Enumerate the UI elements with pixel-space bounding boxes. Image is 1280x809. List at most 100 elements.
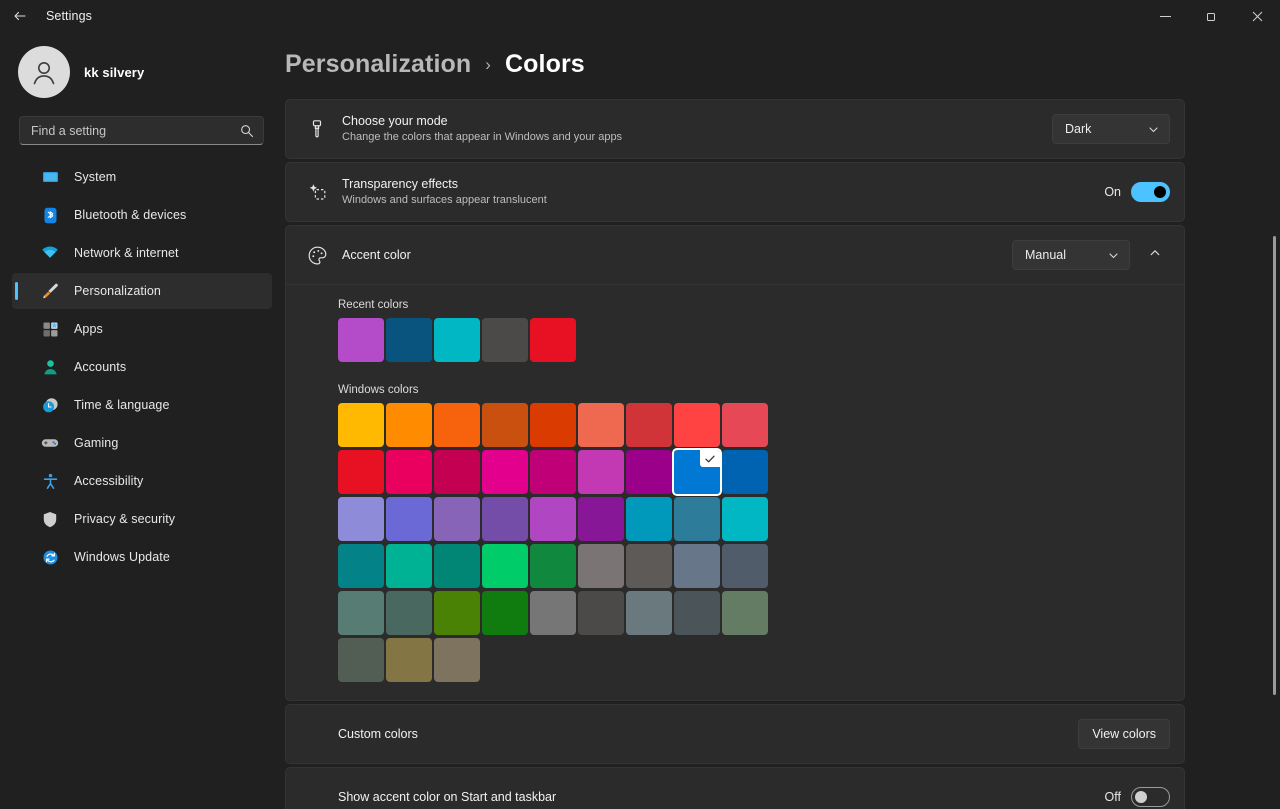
clock-icon bbox=[40, 395, 60, 415]
recent-color-swatch[interactable] bbox=[338, 318, 384, 362]
windows-color-row bbox=[338, 638, 1168, 682]
windows-color-swatch[interactable] bbox=[386, 497, 432, 541]
windows-color-swatch[interactable] bbox=[578, 497, 624, 541]
windows-color-swatch[interactable] bbox=[386, 403, 432, 447]
search-box[interactable] bbox=[19, 116, 264, 145]
windows-color-swatch[interactable] bbox=[674, 544, 720, 588]
windows-color-swatch[interactable] bbox=[386, 544, 432, 588]
chevron-up-icon bbox=[1149, 246, 1161, 264]
accent-expander-button[interactable] bbox=[1140, 240, 1170, 270]
windows-color-swatch[interactable] bbox=[338, 544, 384, 588]
recent-color-swatch[interactable] bbox=[386, 318, 432, 362]
windows-color-swatch[interactable] bbox=[338, 403, 384, 447]
sidebar-item-time-language[interactable]: Time & language bbox=[12, 387, 272, 423]
windows-color-swatch[interactable] bbox=[674, 591, 720, 635]
back-button[interactable] bbox=[0, 0, 40, 32]
windows-color-swatch[interactable] bbox=[338, 450, 384, 494]
windows-color-swatch[interactable] bbox=[338, 591, 384, 635]
windows-color-swatch[interactable] bbox=[434, 450, 480, 494]
windows-color-swatch-selected[interactable] bbox=[674, 450, 720, 494]
close-button[interactable] bbox=[1234, 0, 1280, 32]
windows-color-swatch[interactable] bbox=[530, 497, 576, 541]
sidebar-item-personalization[interactable]: Personalization bbox=[12, 273, 272, 309]
content-area: Personalization › Colors bbox=[285, 32, 1280, 809]
windows-color-swatch[interactable] bbox=[386, 450, 432, 494]
windows-color-swatch[interactable] bbox=[722, 591, 768, 635]
page-title: Colors bbox=[505, 50, 585, 79]
windows-color-swatch[interactable] bbox=[482, 497, 528, 541]
breadcrumb-parent[interactable]: Personalization bbox=[285, 50, 471, 79]
sidebar-item-windows-update[interactable]: Windows Update bbox=[12, 539, 272, 575]
recent-color-swatch[interactable] bbox=[482, 318, 528, 362]
sidebar-item-gaming[interactable]: Gaming bbox=[12, 425, 272, 461]
windows-color-swatch[interactable] bbox=[722, 450, 768, 494]
windows-color-swatch[interactable] bbox=[722, 403, 768, 447]
sidebar-item-network-internet[interactable]: Network & internet bbox=[12, 235, 272, 271]
transparency-toggle[interactable] bbox=[1131, 182, 1170, 202]
mode-dropdown[interactable]: Dark bbox=[1052, 114, 1170, 144]
sidebar-item-label: Personalization bbox=[74, 284, 161, 298]
windows-color-swatch[interactable] bbox=[626, 450, 672, 494]
windows-color-swatch[interactable] bbox=[578, 450, 624, 494]
toggle-knob bbox=[1135, 791, 1147, 803]
sidebar-item-label: Accessibility bbox=[74, 474, 143, 488]
maximize-button[interactable] bbox=[1188, 0, 1234, 32]
start-taskbar-toggle[interactable] bbox=[1131, 787, 1170, 807]
sidebar-item-apps[interactable]: Apps bbox=[12, 311, 272, 347]
view-colors-button[interactable]: View colors bbox=[1078, 719, 1170, 749]
windows-color-swatch[interactable] bbox=[482, 591, 528, 635]
windows-color-swatch[interactable] bbox=[578, 403, 624, 447]
sidebar-item-label: Windows Update bbox=[74, 550, 170, 564]
windows-color-swatch[interactable] bbox=[434, 591, 480, 635]
title-bar: Settings bbox=[0, 0, 1280, 32]
sidebar-item-accounts[interactable]: Accounts bbox=[12, 349, 272, 385]
windows-color-swatch[interactable] bbox=[482, 450, 528, 494]
windows-color-swatch[interactable] bbox=[626, 403, 672, 447]
windows-color-swatch[interactable] bbox=[530, 591, 576, 635]
recent-colors-label: Recent colors bbox=[338, 299, 1168, 311]
sidebar-item-system[interactable]: System bbox=[12, 159, 272, 195]
windows-color-swatch[interactable] bbox=[530, 403, 576, 447]
accent-color-text: Accent color bbox=[342, 247, 1012, 263]
windows-color-swatch[interactable] bbox=[386, 638, 432, 682]
sidebar-item-accessibility[interactable]: Accessibility bbox=[12, 463, 272, 499]
windows-color-swatch[interactable] bbox=[626, 591, 672, 635]
sidebar-item-label: Accounts bbox=[74, 360, 126, 374]
accent-mode-dropdown[interactable]: Manual bbox=[1012, 240, 1130, 270]
sidebar-item-label: Apps bbox=[74, 322, 103, 336]
profile[interactable]: kk silvery bbox=[12, 32, 272, 116]
windows-color-swatch[interactable] bbox=[434, 403, 480, 447]
windows-color-swatch[interactable] bbox=[722, 544, 768, 588]
transparency-card: Transparency effects Windows and surface… bbox=[285, 162, 1185, 222]
minimize-button[interactable] bbox=[1142, 0, 1188, 32]
windows-color-swatch[interactable] bbox=[386, 591, 432, 635]
windows-color-swatch[interactable] bbox=[530, 544, 576, 588]
windows-color-swatch[interactable] bbox=[434, 638, 480, 682]
windows-color-swatch[interactable] bbox=[338, 638, 384, 682]
recent-color-swatch[interactable] bbox=[530, 318, 576, 362]
windows-color-swatch[interactable] bbox=[578, 591, 624, 635]
windows-color-swatch[interactable] bbox=[626, 497, 672, 541]
windows-color-swatch[interactable] bbox=[482, 403, 528, 447]
windows-color-swatch[interactable] bbox=[434, 497, 480, 541]
windows-color-row bbox=[338, 497, 1168, 541]
content-scrollbar[interactable] bbox=[1273, 236, 1276, 695]
windows-color-swatch[interactable] bbox=[674, 497, 720, 541]
custom-colors-controls: View colors bbox=[1078, 719, 1170, 749]
windows-color-swatch[interactable] bbox=[722, 497, 768, 541]
windows-color-swatch[interactable] bbox=[434, 544, 480, 588]
recent-color-swatch[interactable] bbox=[434, 318, 480, 362]
search-input[interactable] bbox=[31, 124, 240, 138]
windows-color-swatch[interactable] bbox=[674, 403, 720, 447]
windows-color-swatch[interactable] bbox=[482, 544, 528, 588]
sidebar-item-label: Privacy & security bbox=[74, 512, 175, 526]
sidebar-item-label: Bluetooth & devices bbox=[74, 208, 186, 222]
windows-color-row bbox=[338, 403, 1168, 447]
sidebar-item-bluetooth-devices[interactable]: Bluetooth & devices bbox=[12, 197, 272, 233]
windows-color-swatch[interactable] bbox=[578, 544, 624, 588]
windows-color-swatch[interactable] bbox=[530, 450, 576, 494]
avatar bbox=[18, 46, 70, 98]
windows-color-swatch[interactable] bbox=[626, 544, 672, 588]
windows-color-swatch[interactable] bbox=[338, 497, 384, 541]
sidebar-item-privacy-security[interactable]: Privacy & security bbox=[12, 501, 272, 537]
